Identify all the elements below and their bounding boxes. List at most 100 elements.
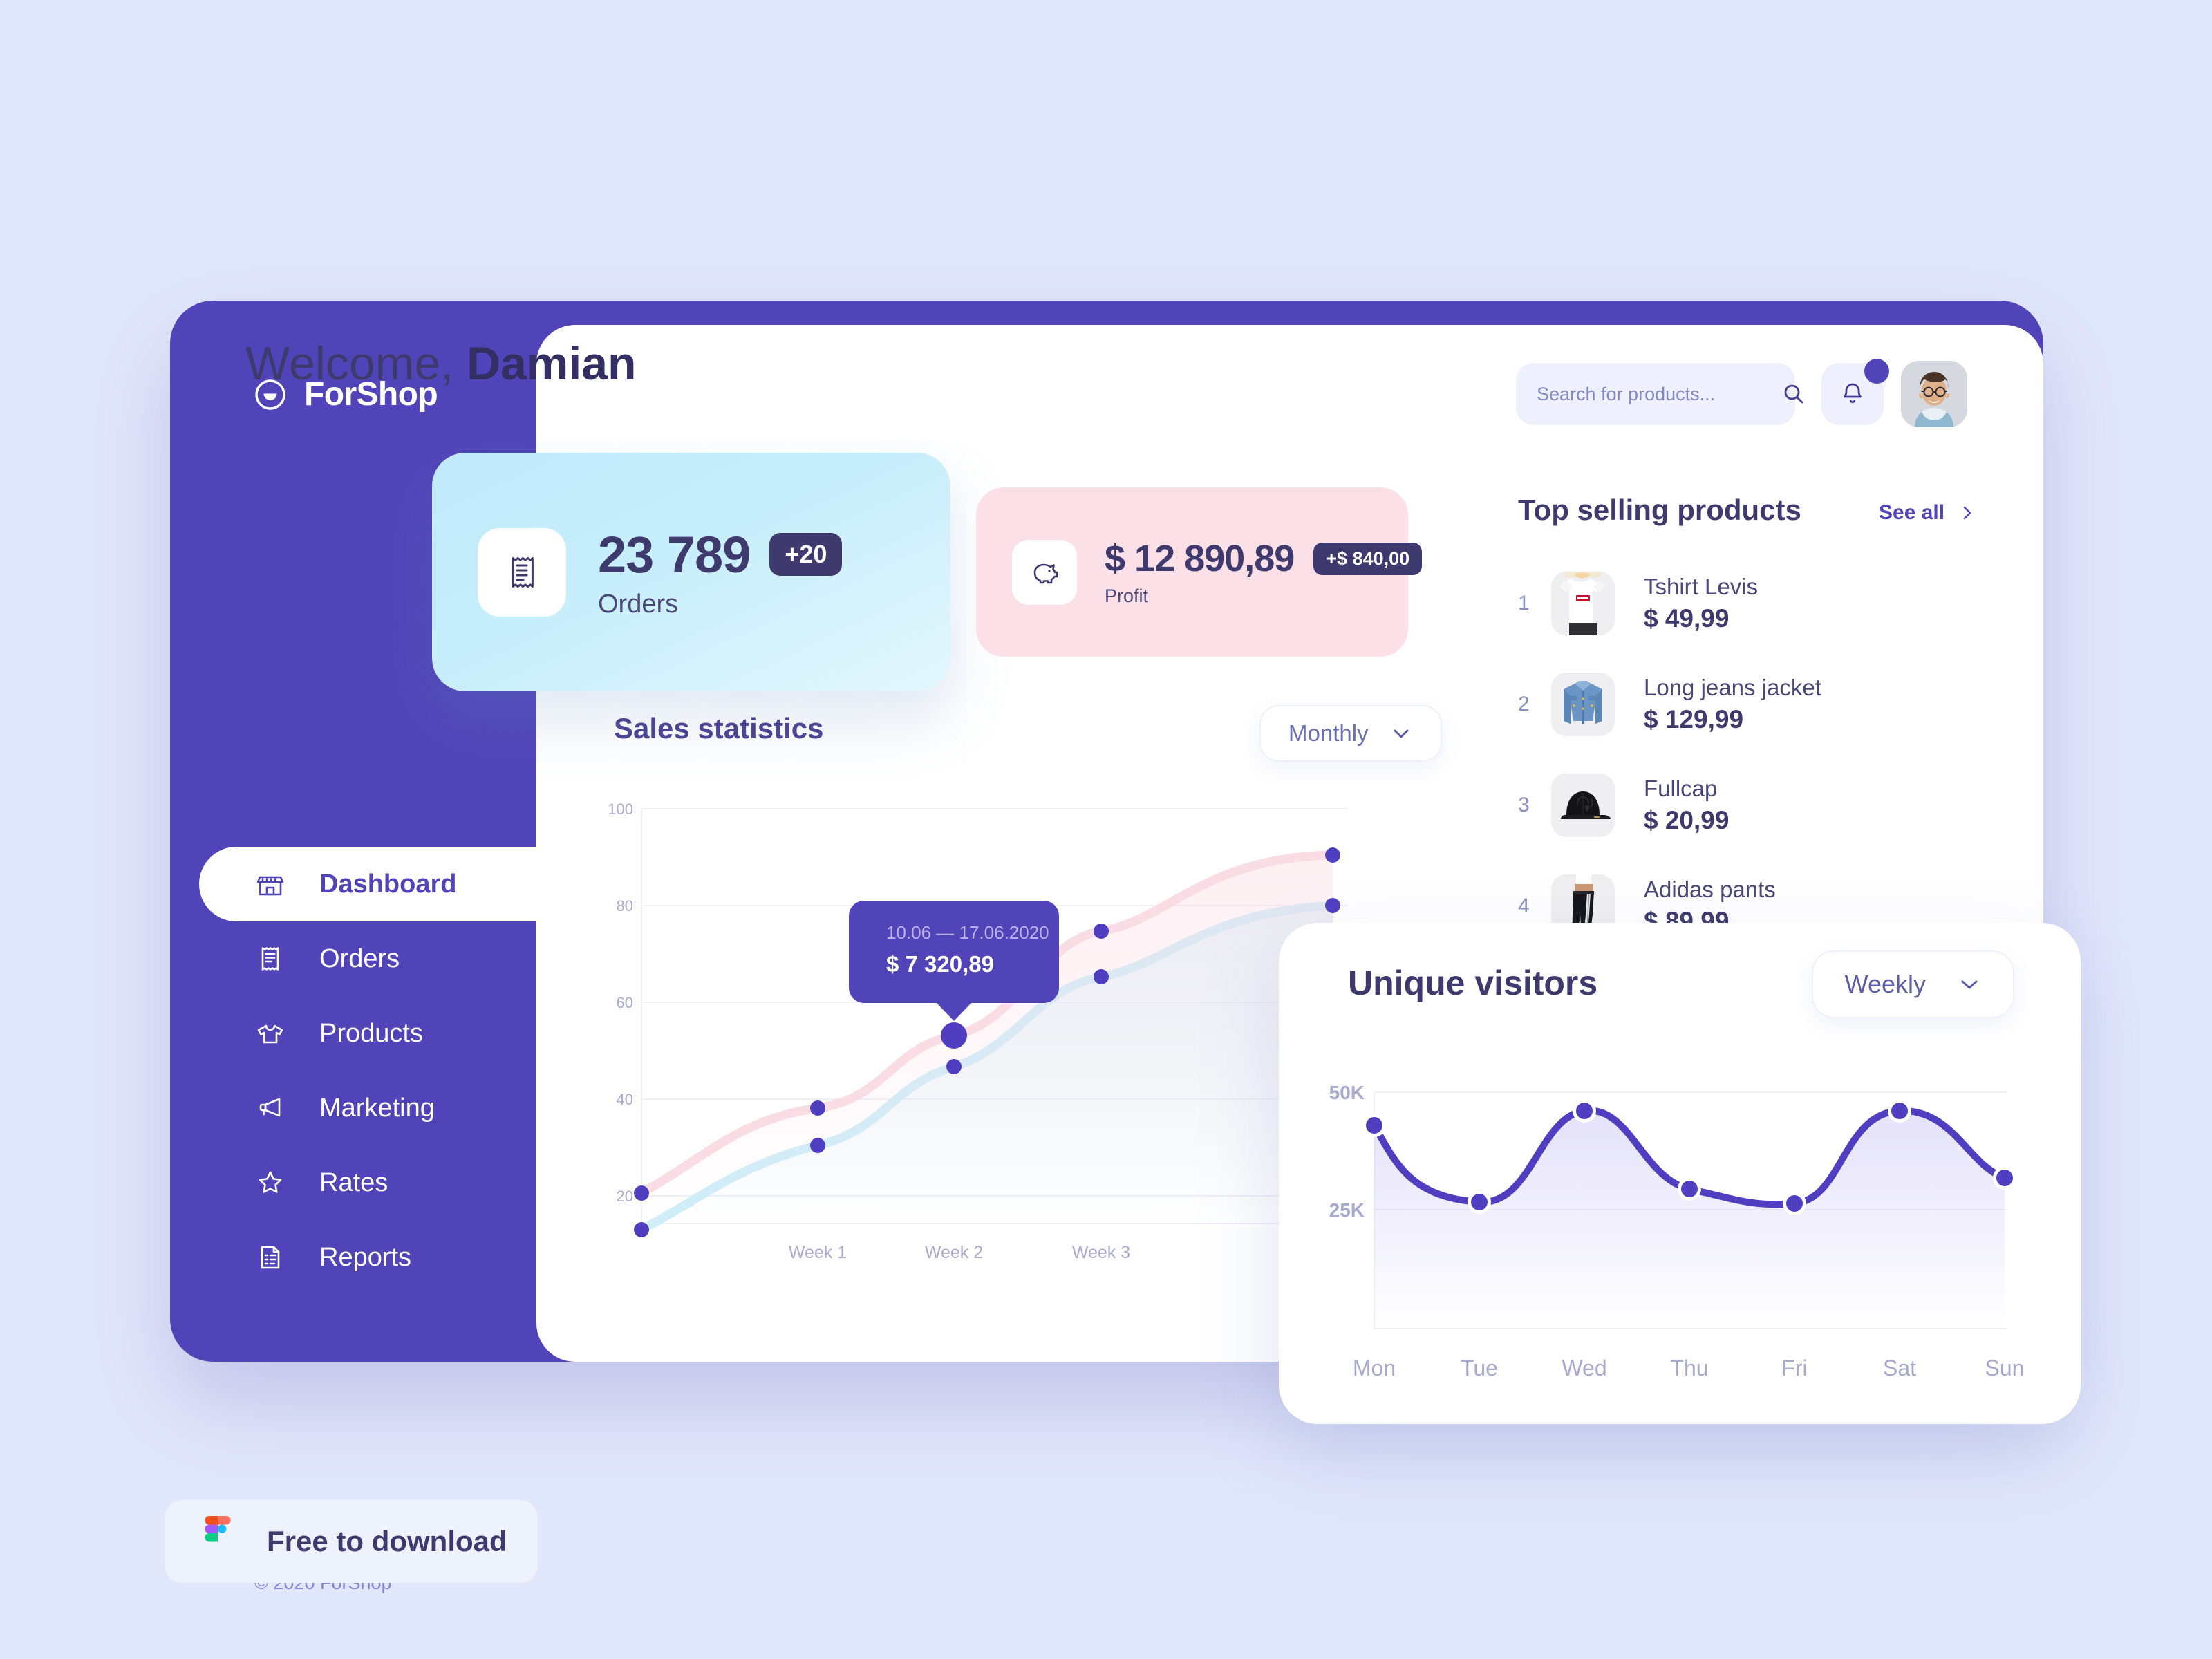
- svg-text:Fri: Fri: [1781, 1356, 1807, 1380]
- chart-y-axis-labels: 100 80 60 40 20: [608, 800, 633, 1205]
- stat-value: 23 789: [598, 525, 751, 583]
- stat-body: 23 789 +20 Orders: [598, 525, 843, 619]
- user-name: Damian: [466, 337, 637, 390]
- receipt-icon: [478, 527, 566, 617]
- chart-x-axis-labels: Mon Tue Wed Thu Fri Sat Sun: [1353, 1356, 2025, 1380]
- top-products-title: Top selling products: [1518, 494, 1801, 526]
- sidebar-item-orders[interactable]: Orders: [170, 921, 536, 996]
- visitors-period-label: Weekly: [1844, 970, 1926, 998]
- svg-text:Sun: Sun: [1985, 1356, 2025, 1380]
- page-title: Welcome, Damian: [245, 337, 637, 391]
- product-rank: 1: [1518, 592, 1530, 615]
- list-item[interactable]: 3 Fullcap $ 20,99: [1518, 755, 1960, 856]
- denim-jacket-photo: [1551, 673, 1615, 736]
- sidebar-item-products[interactable]: Products: [170, 996, 536, 1071]
- tshirt-icon: [254, 1018, 286, 1049]
- tshirt-photo: [1551, 572, 1615, 635]
- top-products-list: 1 Tshirt Levis $ 49,99 2 Long jeans jack…: [1518, 553, 1960, 957]
- svg-text:25K: 25K: [1329, 1199, 1365, 1221]
- visitors-period-dropdown[interactable]: Weekly: [1811, 950, 2014, 1018]
- product-price: $ 49,99: [1644, 604, 1730, 632]
- sidebar-item-label: Products: [319, 1018, 423, 1048]
- sales-statistics-title: Sales statistics: [614, 712, 824, 744]
- svg-text:Mon: Mon: [1353, 1356, 1396, 1380]
- chart-x-axis-labels: Week 1 Week 2 Week 3: [789, 1243, 1130, 1262]
- stat-card-orders[interactable]: 23 789 +20 Orders: [432, 453, 950, 691]
- highlighted-data-point: [941, 1022, 967, 1049]
- svg-text:Sat: Sat: [1883, 1356, 1916, 1380]
- chevron-down-icon: [1958, 973, 1981, 996]
- product-rank: 4: [1518, 894, 1530, 917]
- product-info: Tshirt Levis $ 49,99: [1644, 574, 1758, 633]
- sales-period-dropdown[interactable]: Monthly: [1259, 705, 1442, 762]
- svg-text:20: 20: [617, 1188, 633, 1205]
- status-badge: +20: [769, 533, 843, 576]
- unique-visitors-title: Unique visitors: [1348, 964, 1598, 1002]
- status-badge: +$ 840,00: [1313, 542, 1423, 575]
- search-icon[interactable]: [1781, 382, 1806, 406]
- search-bar[interactable]: [1516, 363, 1803, 425]
- receipt-icon: [254, 943, 286, 975]
- product-rank: 3: [1518, 794, 1530, 816]
- visitors-area: [1374, 1110, 2005, 1329]
- sidebar-item-label: Dashboard: [319, 869, 457, 899]
- tooltip-range: 10.06 — 17.06.2020: [886, 922, 1049, 943]
- sidebar-item-label: Marketing: [319, 1093, 435, 1123]
- megaphone-icon: [254, 1092, 286, 1124]
- stat-value: $ 12 890,89: [1105, 538, 1295, 579]
- search-input[interactable]: [1537, 383, 1781, 405]
- chart-y-axis-labels: 50K 25K: [1329, 1082, 1365, 1221]
- sidebar-item-label: Orders: [319, 944, 400, 973]
- avatar[interactable]: [1901, 361, 1967, 427]
- welcome-text: Welcome,: [245, 337, 467, 390]
- sidebar-item-rates[interactable]: Rates: [170, 1145, 536, 1220]
- product-price: $ 20,99: [1644, 806, 1730, 834]
- svg-text:50K: 50K: [1329, 1082, 1365, 1103]
- product-price: $ 129,99: [1644, 705, 1744, 733]
- stat-card-profit[interactable]: $ 12 890,89 +$ 840,00 Profit: [976, 487, 1423, 657]
- chevron-right-icon: [1960, 504, 1975, 522]
- sidebar-item-reports[interactable]: Reports: [170, 1220, 536, 1295]
- stat-value-row: $ 12 890,89 +$ 840,00: [1105, 537, 1423, 580]
- chevron-down-icon: [1389, 722, 1413, 745]
- piggy-bank-icon: [1012, 539, 1077, 605]
- product-name: Fullcap: [1644, 776, 1718, 801]
- list-item[interactable]: 2 Long jeans jacket $ 129,99: [1518, 654, 1960, 755]
- figma-icon: [200, 1516, 235, 1567]
- list-item[interactable]: 1 Tshirt Levis $ 49,99: [1518, 553, 1960, 654]
- svg-text:40: 40: [617, 1091, 633, 1108]
- sidebar-nav: Dashboard Orders Products Marketing Rate…: [170, 847, 628, 1295]
- document-list-icon: [254, 1241, 286, 1273]
- svg-text:80: 80: [617, 897, 633, 915]
- svg-text:100: 100: [608, 800, 633, 818]
- sales-period-label: Monthly: [1288, 720, 1369, 746]
- stat-label: Profit: [1105, 585, 1149, 606]
- product-info: Fullcap $ 20,99: [1644, 776, 1729, 835]
- sidebar-item-marketing[interactable]: Marketing: [170, 1071, 536, 1145]
- sidebar-item-label: Reports: [319, 1242, 412, 1272]
- product-name: Adidas pants: [1644, 877, 1776, 902]
- unique-visitors-card: Unique visitors Weekly 50K 25K Mon Tue W…: [1279, 923, 2081, 1424]
- svg-text:Week 2: Week 2: [925, 1243, 983, 1262]
- see-all-link[interactable]: See all: [1879, 501, 1975, 525]
- notification-badge: [1864, 359, 1889, 384]
- free-to-download-badge[interactable]: Free to download: [165, 1500, 538, 1583]
- svg-text:Tue: Tue: [1461, 1356, 1498, 1380]
- product-rank: 2: [1518, 693, 1530, 715]
- bell-icon: [1839, 380, 1866, 408]
- svg-text:Week 1: Week 1: [789, 1243, 847, 1262]
- see-all-label: See all: [1879, 501, 1945, 524]
- store-icon: [254, 868, 286, 900]
- sidebar-item-label: Rates: [319, 1168, 388, 1197]
- stat-value-row: 23 789 +20: [598, 525, 843, 584]
- stat-label: Orders: [598, 589, 679, 619]
- star-icon: [254, 1167, 286, 1199]
- black-cap-photo: [1551, 774, 1615, 837]
- badge-label: Free to download: [267, 1525, 507, 1557]
- tooltip-value: $ 7 320,89: [886, 951, 994, 977]
- svg-text:60: 60: [617, 994, 633, 1011]
- svg-text:Wed: Wed: [1562, 1356, 1606, 1380]
- product-name: Tshirt Levis: [1644, 574, 1759, 599]
- chart-tooltip: 10.06 — 17.06.2020 $ 7 320,89: [849, 901, 1059, 1021]
- product-info: Long jeans jacket $ 129,99: [1644, 675, 1821, 734]
